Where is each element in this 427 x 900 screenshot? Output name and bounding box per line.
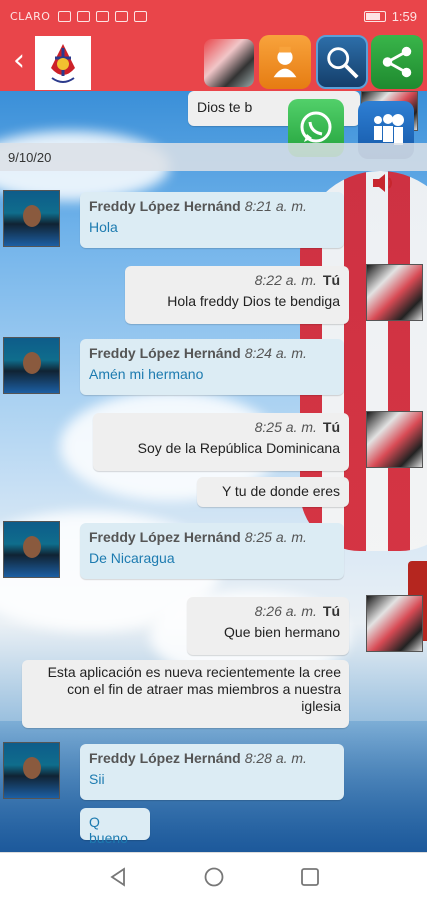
message-bubble[interactable]: Freddy López Hernánd 8:28 a. m. Sii	[80, 744, 344, 800]
image-icon	[134, 11, 148, 22]
sender-name: Freddy López Hernánd	[89, 750, 241, 766]
sound-icon[interactable]	[371, 172, 397, 194]
carrier-label: CLARO	[10, 10, 51, 23]
avatar[interactable]	[3, 742, 60, 799]
message-bubble[interactable]: Freddy López Hernánd 8:21 a. m. Hola	[80, 192, 344, 248]
timestamp: 8:25 a. m.	[254, 419, 317, 435]
avatar[interactable]	[366, 595, 423, 652]
message-bubble[interactable]: 8:25 a. m. Tú Soy de la República Dominic…	[93, 413, 349, 471]
message-bubble[interactable]: 8:22 a. m. Tú Hola freddy Dios te bendiga	[125, 266, 349, 324]
timestamp: 8:25 a. m.	[244, 529, 307, 545]
sender-name: Freddy López Hernánd	[89, 345, 241, 361]
message-text: Soy de la República Dominicana	[137, 440, 340, 456]
recents-nav-icon[interactable]	[299, 866, 321, 888]
contact-icon[interactable]	[259, 35, 311, 89]
battery-icon	[363, 11, 386, 22]
timestamp: 8:24 a. m.	[244, 345, 307, 361]
sender-name: Freddy López Hernánd	[89, 198, 241, 214]
message-bubble[interactable]: 8:26 a. m. Tú Que bien hermano	[187, 597, 349, 655]
timestamp: 8:28 a. m.	[244, 750, 307, 766]
message-text: Hola	[89, 219, 118, 235]
avatar[interactable]	[3, 190, 60, 247]
message-text: Amén mi hermano	[89, 366, 204, 382]
sender-name: Tú	[322, 419, 340, 435]
message-text: De Nicaragua	[89, 550, 175, 566]
profile-avatar[interactable]	[204, 39, 254, 87]
church-logo	[35, 36, 91, 90]
sender-name: Freddy López Hernánd	[89, 529, 241, 545]
avatar[interactable]	[3, 337, 60, 394]
message-bubble[interactable]: Y tu de donde eres	[197, 477, 349, 507]
avatar[interactable]	[366, 264, 423, 321]
timestamp: 8:21 a. m.	[244, 198, 307, 214]
sender-name: Tú	[322, 603, 340, 619]
message-icon	[115, 11, 129, 22]
timestamp: 8:22 a. m.	[254, 272, 317, 288]
navigation-bar	[0, 852, 427, 900]
home-nav-icon[interactable]	[203, 866, 225, 888]
message-text: Y tu de donde eres	[221, 483, 340, 499]
avatar[interactable]	[3, 521, 60, 578]
clock: 1:59	[391, 9, 417, 24]
date-separator: 9/10/20	[0, 143, 427, 171]
message-text: Que bien hermano	[224, 624, 340, 640]
message-text: Esta aplicación es nueva recientemente l…	[47, 664, 341, 714]
back-nav-icon[interactable]	[107, 866, 129, 888]
status-bar: CLARO 1:59	[0, 0, 427, 33]
message-bubble[interactable]: Q bueno	[80, 808, 150, 846]
wifi-icon	[77, 11, 91, 22]
message-text: Sii	[89, 771, 105, 787]
signal-icon	[58, 11, 72, 22]
message-bubble[interactable]: Esta aplicación es nueva recientemente l…	[22, 660, 349, 728]
avatar[interactable]	[366, 411, 423, 468]
date-label: 9/10/20	[8, 150, 52, 165]
search-icon[interactable]	[316, 35, 368, 89]
message-bubble[interactable]: Freddy López Hernánd 8:24 a. m. Amén mi h…	[80, 339, 344, 395]
timestamp: 8:26 a. m.	[254, 603, 317, 619]
chevron-left-icon[interactable]: ‹	[6, 45, 32, 79]
mail-icon	[96, 11, 110, 22]
share-icon[interactable]	[371, 35, 423, 89]
sender-name: Tú	[322, 272, 340, 288]
message-bubble[interactable]: Freddy López Hernánd 8:25 a. m. De Nicara…	[80, 523, 344, 579]
status-icons	[58, 11, 148, 22]
message-text: Q bueno	[89, 814, 128, 846]
message-text: Hola freddy Dios te bendiga	[167, 293, 340, 309]
